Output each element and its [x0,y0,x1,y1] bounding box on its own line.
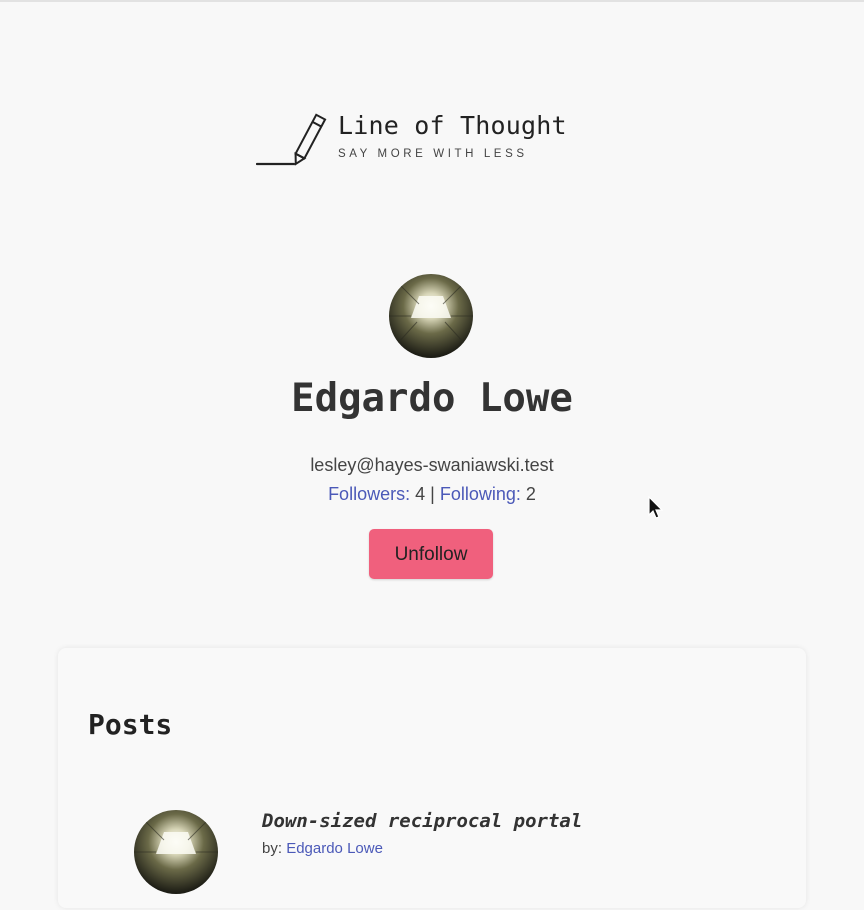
post-byline: by: Edgardo Lowe [262,840,383,857]
post-list-item[interactable]: Down-sized reciprocal portal by: Edgardo… [134,810,774,910]
followers-count: 4 [415,484,426,504]
post-author-avatar[interactable] [134,810,218,894]
post-title-link[interactable]: Down-sized reciprocal portal [262,810,582,832]
pencil-line-icon [256,113,327,166]
post-by-label: by: [262,840,283,857]
following-count: 2 [525,484,536,504]
profile-name: Edgardo Lowe [291,376,573,421]
followers-link[interactable]: Followers: [328,484,410,504]
post-author-link[interactable]: Edgardo Lowe [286,840,383,857]
profile-header: Edgardo Lowe lesley@hayes-swaniawski.tes… [0,274,864,579]
profile-email: lesley@hayes-swaniawski.test [310,455,554,475]
mouse-cursor-icon [648,496,664,519]
unfollow-button[interactable]: Unfollow [369,529,493,579]
stats-separator: | [430,484,435,504]
avatar-image [134,810,218,894]
profile-avatar [389,274,473,358]
follow-stats: Followers: 4 | Following: 2 [0,484,864,505]
following-link[interactable]: Following: [440,484,521,504]
site-tagline: SAY MORE WITH LESS [338,148,528,160]
site-logo[interactable]: Line of Thought SAY MORE WITH LESS [256,112,567,168]
posts-section: Posts Down-sized reciprocal portal by: E… [58,648,806,908]
site-title: Line of Thought [338,111,567,140]
posts-heading: Posts [88,708,173,741]
avatar-image [389,274,473,358]
